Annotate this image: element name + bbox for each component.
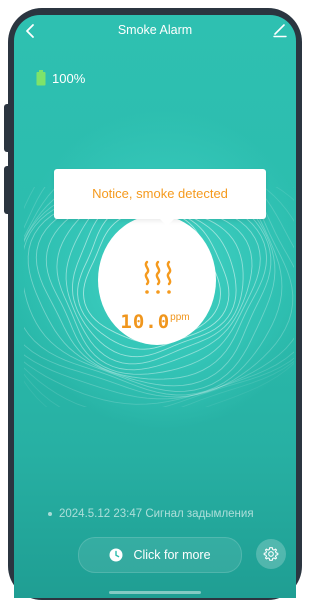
click-for-more-button[interactable]: Click for more — [78, 537, 242, 573]
smoke-notice-text: Notice, smoke detected — [92, 186, 228, 201]
notice-pointer — [160, 219, 174, 226]
home-indicator — [109, 591, 201, 594]
battery-status: 100% — [36, 70, 85, 86]
edit-icon[interactable] — [272, 22, 288, 38]
log-bullet — [48, 512, 52, 516]
settings-button[interactable] — [256, 539, 286, 569]
page-title: Smoke Alarm — [117, 23, 193, 37]
last-alarm-text: 2024.5.12 23:47 Сигнал задымления — [59, 508, 254, 520]
click-for-more-label: Click for more — [133, 548, 211, 562]
battery-percentage: 100% — [52, 70, 86, 86]
smoke-icon — [144, 260, 172, 294]
top-bar: Smoke Alarm — [14, 15, 296, 51]
battery-icon — [36, 70, 46, 86]
last-alarm-log: 2024.5.12 23:47 Сигнал задымления — [48, 508, 254, 520]
clock-icon — [109, 548, 123, 562]
smoke-reading-unit: ppm — [170, 312, 190, 323]
app-screen: Smoke Alarm 100% Notice, smoke detected — [14, 15, 296, 598]
smoke-notice-popup: Notice, smoke detected — [54, 169, 266, 219]
gear-icon — [263, 547, 279, 561]
smoke-reading-value: 10.0 — [120, 311, 171, 333]
smoke-reading: 10.0ppm — [14, 311, 296, 333]
